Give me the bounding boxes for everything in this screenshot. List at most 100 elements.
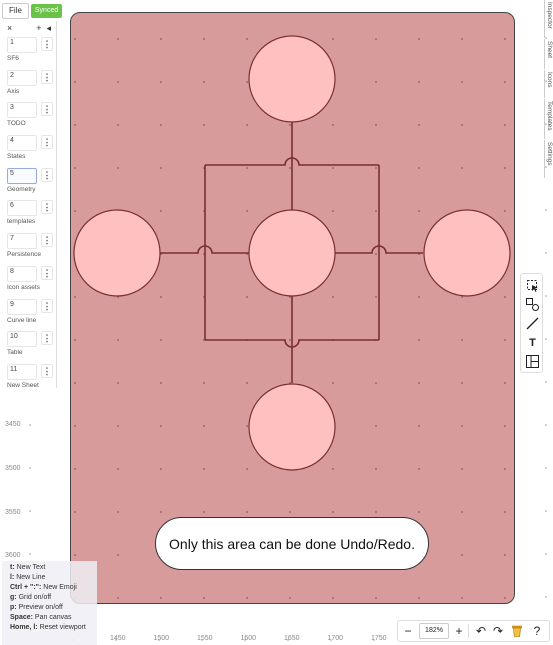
sheet-name: Persistence bbox=[7, 251, 41, 259]
sheet-item[interactable]: 1 ⋮ SF6 bbox=[4, 35, 54, 68]
board-grid-dot bbox=[504, 468, 506, 470]
sheet-item[interactable]: 5 ⋮ Geometry bbox=[4, 166, 54, 199]
add-sheet-button[interactable]: + bbox=[36, 23, 41, 34]
board-grid-dot bbox=[504, 210, 506, 212]
zoom-out-button[interactable]: − bbox=[398, 621, 418, 641]
y-axis-label: 3500 bbox=[5, 465, 21, 472]
sheet-menu-button[interactable]: ⋮ bbox=[41, 298, 53, 313]
board-grid-dot bbox=[74, 425, 76, 427]
tab-templates[interactable]: Templates bbox=[544, 99, 553, 139]
board-grid-dot bbox=[332, 382, 334, 384]
select-tool-button[interactable] bbox=[525, 278, 540, 293]
shortcut-description: New Line bbox=[16, 574, 46, 581]
board-grid-dot bbox=[375, 597, 377, 599]
shortcut-row: Ctrl + ":": New Emoji bbox=[10, 583, 97, 593]
board-grid-dot bbox=[74, 511, 76, 513]
shortcut-row: t: New Text bbox=[10, 563, 97, 573]
board-grid-dot bbox=[246, 38, 248, 40]
sheet-menu-button[interactable]: ⋮ bbox=[41, 135, 53, 150]
sheet-menu-button[interactable]: ⋮ bbox=[41, 233, 53, 248]
board-grid-dot bbox=[418, 210, 420, 212]
sheet-item[interactable]: 11 ⋮ New Sheet bbox=[4, 362, 54, 395]
board-grid-dot bbox=[160, 38, 162, 40]
sheet-item[interactable]: 2 ⋮ Axis bbox=[4, 68, 54, 101]
grid-dot bbox=[545, 596, 547, 598]
sheet-menu-button[interactable]: ⋮ bbox=[41, 37, 53, 51]
sheet-item[interactable]: 9 ⋮ Curve line bbox=[4, 297, 54, 330]
node-center bbox=[248, 209, 336, 297]
redo-button[interactable]: ↷ bbox=[489, 621, 507, 641]
help-button[interactable]: ? bbox=[527, 621, 547, 641]
tab-label: Settings bbox=[546, 142, 553, 166]
board-grid-dot bbox=[461, 167, 463, 169]
undo-area-board[interactable] bbox=[70, 12, 515, 604]
sheet-name: Axis bbox=[7, 87, 20, 95]
board-grid-dot bbox=[246, 382, 248, 384]
tab-inspector[interactable]: Inspector bbox=[544, 0, 553, 38]
board-grid-dot bbox=[160, 425, 162, 427]
board-grid-dot bbox=[160, 81, 162, 83]
shortcut-row: Home, l: Reset viewport bbox=[10, 623, 97, 633]
board-grid-dot bbox=[375, 124, 377, 126]
sheet-menu-button[interactable]: ⋮ bbox=[41, 167, 53, 182]
undo-area-message[interactable]: Only this area can be done Undo/Redo. bbox=[155, 517, 429, 570]
collapse-panel-icon[interactable]: ◂ bbox=[46, 23, 51, 34]
sheet-item[interactable]: 4 ⋮ States bbox=[4, 133, 54, 166]
sheet-item[interactable]: 8 ⋮ Icon assets bbox=[4, 264, 54, 297]
sheet-number: 6 bbox=[10, 202, 14, 210]
board-grid-dot bbox=[203, 511, 205, 513]
shortcut-row: l: New Line bbox=[10, 573, 97, 583]
file-menu-button[interactable]: File bbox=[2, 3, 29, 19]
undo-button[interactable]: ↶ bbox=[473, 621, 489, 641]
board-grid-dot bbox=[418, 81, 420, 83]
template-tool-button[interactable] bbox=[525, 354, 540, 369]
board-grid-dot bbox=[160, 296, 162, 298]
board-grid-dot bbox=[504, 124, 506, 126]
board-grid-dot bbox=[74, 81, 76, 83]
board-grid-dot bbox=[246, 210, 248, 212]
sheet-number: 5 bbox=[10, 169, 14, 177]
zoom-in-button[interactable]: + bbox=[450, 621, 468, 641]
sheet-menu-button[interactable]: ⋮ bbox=[41, 102, 53, 117]
zoom-level[interactable]: 182% bbox=[419, 623, 449, 639]
right-panel-tabs: Inspector Sheet Icons Templates Settings bbox=[544, 0, 553, 180]
text-tool-button[interactable]: T bbox=[525, 335, 540, 350]
y-axis-label: 3600 bbox=[5, 552, 21, 559]
board-grid-dot bbox=[504, 38, 506, 40]
line-tool-button[interactable] bbox=[525, 316, 540, 331]
board-grid-dot bbox=[203, 425, 205, 427]
shape-tool-button[interactable] bbox=[525, 297, 540, 312]
sheet-item[interactable]: 6 ⋮ templates bbox=[4, 198, 54, 231]
board-grid-dot bbox=[504, 554, 506, 556]
board-grid-dot bbox=[375, 296, 377, 298]
tab-label: Inspector bbox=[546, 2, 553, 29]
board-grid-dot bbox=[246, 597, 248, 599]
sheet-menu-button[interactable]: ⋮ bbox=[41, 363, 53, 378]
sheet-item[interactable]: 10 ⋮ Table bbox=[4, 329, 54, 362]
x-axis-label: 1700 bbox=[327, 635, 344, 642]
trash-button[interactable] bbox=[507, 621, 527, 641]
sheet-menu-button[interactable]: ⋮ bbox=[41, 265, 53, 280]
board-grid-dot bbox=[461, 81, 463, 83]
tab-settings[interactable]: Settings bbox=[544, 140, 553, 178]
tab-sheet[interactable]: Sheet bbox=[544, 39, 553, 69]
close-icon[interactable]: × bbox=[7, 23, 12, 33]
x-axis-label: 1600 bbox=[240, 635, 257, 642]
tab-icons[interactable]: Icons bbox=[544, 70, 553, 98]
sheet-menu-button[interactable]: ⋮ bbox=[41, 200, 53, 215]
sheet-menu-button[interactable]: ⋮ bbox=[41, 331, 53, 346]
board-grid-dot bbox=[418, 38, 420, 40]
tab-label: Sheet bbox=[546, 41, 553, 58]
board-grid-dot bbox=[74, 468, 76, 470]
board-grid-dot bbox=[246, 167, 248, 169]
sheet-item[interactable]: 7 ⋮ Persistence bbox=[4, 231, 54, 264]
board-grid-dot bbox=[160, 597, 162, 599]
sheet-panel: × + ◂ 1 ⋮ SF6 2 ⋮ Axis 3 ⋮ TODO 4 ⋮ States 5 ⋮ Geometr… bbox=[2, 21, 57, 389]
board-grid-dot bbox=[160, 124, 162, 126]
tab-label: Icons bbox=[546, 72, 553, 88]
board-grid-dot bbox=[117, 124, 119, 126]
x-axis-label: 1450 bbox=[110, 635, 126, 642]
sheet-item[interactable]: 3 ⋮ TODO bbox=[4, 100, 54, 133]
sheet-menu-button[interactable]: ⋮ bbox=[41, 69, 53, 84]
shortcut-description: Reset viewport bbox=[39, 624, 86, 631]
